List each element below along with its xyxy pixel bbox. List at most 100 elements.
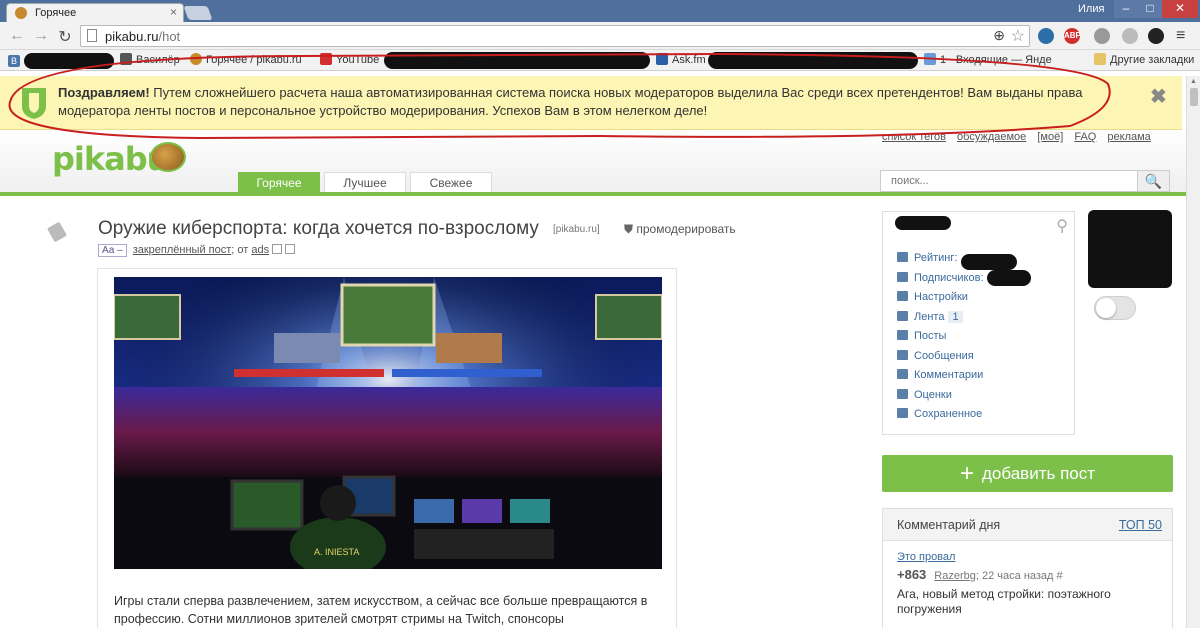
bookmark-askfm[interactable]: Ask.fm	[656, 53, 706, 66]
comment-day-title: Комментарий дня	[897, 518, 1001, 532]
redaction-mark	[24, 53, 114, 69]
scroll-up-icon[interactable]: ▲	[1190, 78, 1197, 85]
bookmark-star-icon[interactable]: ☆	[1011, 26, 1025, 46]
bookmark-pikabu[interactable]: Горячее / pikabu.ru	[190, 53, 302, 66]
comment-meta: +863 Razerbg; 22 часа назад #	[897, 567, 1063, 582]
page-scrollbar[interactable]: ▲	[1186, 76, 1200, 628]
close-icon[interactable]: ✖	[1150, 84, 1167, 109]
site-search: 🔍	[880, 170, 1170, 192]
moderate-link[interactable]: ⛊ промодерировать	[624, 222, 736, 237]
shield-small-icon: ⛊	[624, 222, 637, 236]
redacted-username	[895, 216, 951, 230]
link-tag-list[interactable]: список тегов	[882, 131, 946, 143]
post-domain: [pikabu.ru]	[553, 224, 600, 235]
jersey-text: A. INIESTA	[314, 547, 359, 557]
redaction-mark	[708, 52, 918, 69]
bookmark-mail[interactable]: 1 · Входящие — Янде	[924, 53, 1052, 66]
comment-text: Ага, новый метод стройки: поэтажного пог…	[897, 587, 1111, 616]
audio-extension-icon[interactable]	[1122, 28, 1138, 44]
tab-close-icon[interactable]: ×	[170, 5, 177, 19]
post-title[interactable]: Оружие киберспорта: когда хочется по-взр…	[98, 218, 539, 240]
link-discussed[interactable]: обсуждаемое	[957, 131, 1026, 143]
scrollbar-thumb[interactable]	[1190, 88, 1198, 106]
url-text[interactable]: pikabu.ru/hot	[105, 29, 180, 44]
post-text: Игры стали сперва развлечением, затем ис…	[114, 594, 648, 626]
pikabu-favicon-icon	[15, 7, 27, 19]
tab-fresh[interactable]: Свежее	[410, 172, 492, 192]
site-header: pikabu список тегов обсуждаемое [моё] FA…	[0, 130, 1186, 196]
tab-best[interactable]: Лучшее	[324, 172, 406, 192]
new-tab-button[interactable]	[183, 6, 213, 20]
expand-icon[interactable]	[285, 244, 296, 254]
user-menu: Рейтинг: Подписчиков: Настройки Лента 1 П…	[897, 252, 984, 428]
redacted-rating	[961, 254, 1017, 270]
link-faq[interactable]: FAQ	[1074, 131, 1096, 143]
menu-item-saved[interactable]: Сохраненное	[897, 408, 984, 428]
pikabu-icon	[190, 53, 202, 65]
envelope-icon	[897, 349, 908, 360]
menu-item-feed[interactable]: Лента 1	[897, 310, 984, 331]
author-link[interactable]: ads	[251, 244, 269, 256]
bookmark-youtube[interactable]: YouTube	[320, 53, 379, 66]
menu-item-messages[interactable]: Сообщения	[897, 349, 984, 370]
redaction-mark	[384, 52, 650, 69]
link-advertising[interactable]: реклама	[1107, 131, 1150, 143]
comment-author[interactable]: Razerbg	[934, 570, 976, 582]
zoom-icon[interactable]: ⊕	[993, 27, 1005, 44]
page-icon	[87, 29, 97, 42]
address-bar[interactable]: pikabu.ru/hot ⊕ ☆	[80, 25, 1030, 47]
browser-title-bar: Горячее × Илия – □ ✕	[0, 0, 1200, 22]
toggle-knob	[1096, 298, 1116, 318]
menu-item-settings[interactable]: Настройки	[897, 291, 984, 311]
feed-icon	[897, 310, 908, 321]
add-post-button[interactable]: + добавить пост	[882, 455, 1173, 492]
back-arrow-icon[interactable]: ←	[8, 27, 26, 45]
link-mine[interactable]: [моё]	[1037, 131, 1063, 143]
notification-message: Поздравляем! Путем сложнейшего расчета н…	[58, 85, 1083, 118]
shield-icon	[22, 88, 46, 119]
bookmark-vk[interactable]: В	[8, 53, 24, 67]
pin-icon	[46, 221, 68, 243]
user-icon	[897, 271, 908, 282]
bookmark-other[interactable]: Другие закладки	[1094, 53, 1194, 66]
save-icon[interactable]	[272, 244, 283, 254]
window-close-button[interactable]: ✕	[1162, 0, 1198, 18]
rating-icon	[897, 388, 908, 399]
search-input[interactable]	[881, 171, 1137, 191]
pinned-post-link[interactable]: закреплённый пост	[133, 244, 232, 256]
bookmark-home[interactable]: Василёр	[120, 53, 180, 66]
browser-tab[interactable]: Горячее ×	[6, 3, 184, 22]
menu-item-ratings[interactable]: Оценки	[897, 388, 984, 409]
vk-icon: В	[8, 55, 20, 67]
profile-name[interactable]: Илия	[1078, 3, 1104, 15]
comment-score: +863	[897, 567, 927, 582]
askfm-icon	[656, 53, 668, 65]
adblock-plus-icon[interactable]: ABP	[1064, 28, 1081, 44]
comment-of-the-day: Комментарий дня ТОП 50 Это провал +863 Ra…	[882, 508, 1173, 628]
tab-hot[interactable]: Горячее	[238, 172, 320, 192]
extension-icon[interactable]	[1094, 28, 1110, 44]
font-size-toggle[interactable]: Аа –	[98, 244, 127, 257]
reload-icon[interactable]: ↻	[56, 27, 74, 47]
play-extension-icon[interactable]	[1148, 28, 1164, 44]
pin-settings-icon[interactable]: ⚲	[1056, 216, 1068, 236]
menu-item-subscribers[interactable]: Подписчиков:	[897, 271, 984, 292]
maximize-button[interactable]: □	[1138, 0, 1162, 18]
browser-toolbar: ← → ↻ pikabu.ru/hot ⊕ ☆ ABP ≡	[0, 22, 1200, 50]
comment-permalink[interactable]: #	[1057, 570, 1063, 582]
menu-item-posts[interactable]: Посты	[897, 330, 984, 350]
menu-item-comments[interactable]: Комментарии	[897, 369, 984, 389]
minimize-button[interactable]: –	[1114, 0, 1138, 18]
user-card: ⚲ Рейтинг: Подписчиков: Настройки Лента 1…	[882, 211, 1075, 435]
top50-link[interactable]: ТОП 50	[1119, 518, 1162, 532]
pikabu-logo-bun-icon[interactable]	[150, 142, 186, 172]
forward-arrow-icon[interactable]: →	[32, 27, 50, 45]
folder-icon	[1094, 53, 1106, 65]
extension-icon[interactable]	[1038, 28, 1054, 44]
menu-icon[interactable]: ≡	[1176, 27, 1185, 45]
comment-post-link[interactable]: Это провал	[897, 551, 955, 563]
comments-icon	[897, 369, 908, 379]
avatar[interactable]	[1088, 210, 1172, 288]
night-mode-toggle[interactable]	[1094, 296, 1136, 320]
search-icon[interactable]: 🔍	[1137, 171, 1169, 191]
